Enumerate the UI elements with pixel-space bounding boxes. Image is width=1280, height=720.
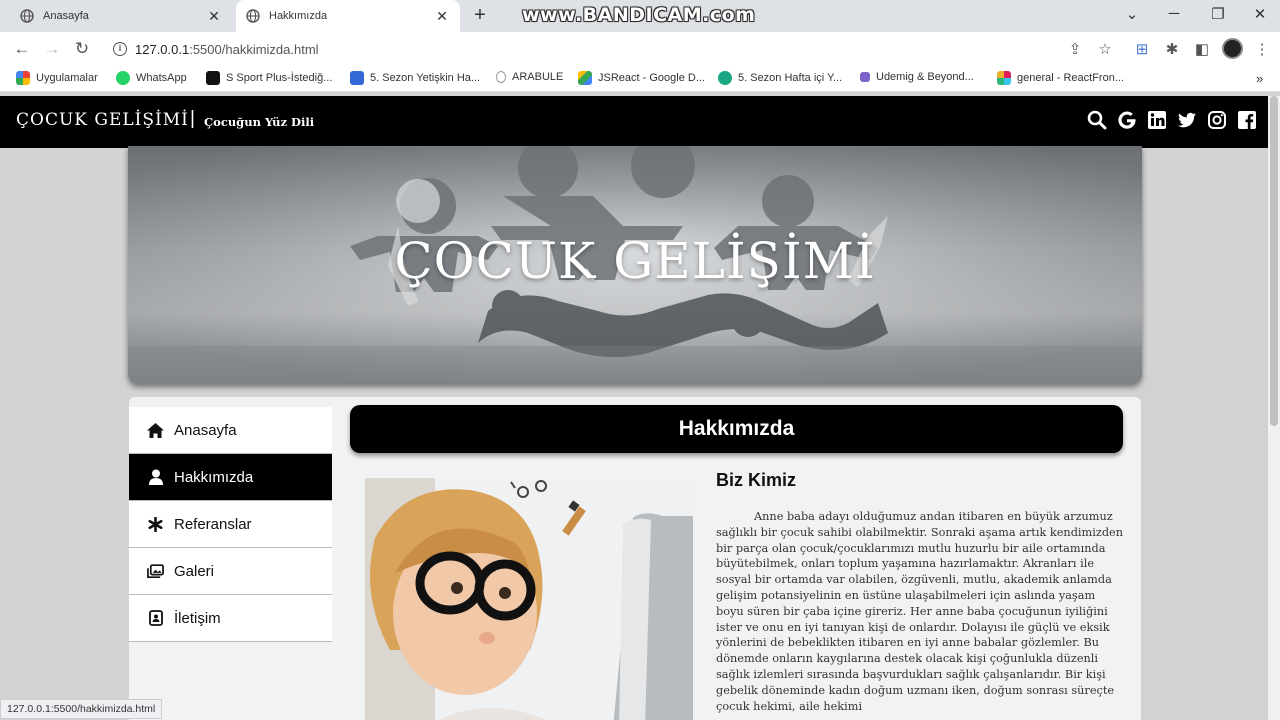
side-panel-icon[interactable]: ◧: [1193, 40, 1211, 58]
bookmark-star-icon[interactable]: ☆: [1096, 40, 1114, 58]
bookmark-arabule[interactable]: ARABULE: [496, 71, 563, 83]
sidebar-item-hakkimizda[interactable]: Hakkımızda: [129, 454, 332, 501]
sidebar-nav: Anasayfa Hakkımızda Referanslar Galeri İ…: [129, 407, 332, 642]
tab-close-icon[interactable]: ✕: [206, 8, 222, 25]
menu-dots-icon[interactable]: ⋮: [1253, 40, 1271, 58]
site-brand[interactable]: ÇOCUK GELİŞİMİ: [16, 110, 189, 130]
sidebar-item-referanslar[interactable]: Referanslar: [129, 501, 332, 548]
browser-tab-hakkimizda[interactable]: Hakkımızda ✕: [236, 0, 460, 32]
bookmark-udemig[interactable]: Udemig & Beyond...: [860, 71, 974, 83]
hero-title: ÇOCUK GELİŞİMİ: [394, 232, 876, 290]
brand-separator: |: [190, 108, 195, 129]
site-slogan: Çocuğun Yüz Dili: [204, 115, 315, 129]
extensions-puzzle-icon[interactable]: ✱: [1163, 40, 1181, 58]
bookmark-sezon-hafta[interactable]: 5. Sezon Hafta içi Y...: [718, 71, 842, 85]
tab-title: Hakkımızda: [269, 10, 328, 22]
forward-arrow-icon[interactable]: →: [42, 39, 62, 59]
classroom-icon: [350, 71, 364, 85]
contact-card-icon: [147, 610, 164, 627]
sidebar-item-label: Galeri: [174, 562, 215, 580]
ssport-icon: [206, 71, 220, 85]
new-tab-button[interactable]: +: [470, 4, 490, 26]
globe-icon: [246, 9, 260, 23]
sidebar-item-iletisim[interactable]: İletişim: [129, 595, 332, 642]
status-bar-url: 127.0.0.1:5500/hakkimizda.html: [0, 699, 163, 719]
site-header: ÇOCUK GELİŞİMİ | Çocuğun Yüz Dili: [0, 96, 1268, 148]
sidebar-item-label: Anasayfa: [174, 421, 237, 439]
url-text: 127.0.0.1:5500/hakkimizda.html: [135, 41, 319, 57]
bookmark-ssport[interactable]: S Sport Plus-İstediğ...: [206, 71, 332, 85]
profile-avatar[interactable]: [1222, 38, 1243, 59]
browser-tab-strip: Anasayfa ✕ Hakkımızda ✕ + www.BANDICAM.c…: [0, 0, 1280, 32]
twitter-icon[interactable]: [1177, 110, 1197, 130]
restore-button[interactable]: ❐: [1208, 5, 1228, 23]
bookmark-jsreact[interactable]: JSReact - Google D...: [578, 71, 705, 85]
arabule-icon: [496, 71, 506, 83]
address-bar[interactable]: i 127.0.0.1:5500/hakkimizda.html: [104, 36, 1124, 62]
sidebar-item-anasayfa[interactable]: Anasayfa: [129, 407, 332, 454]
slack-icon: [997, 71, 1011, 85]
sidebar-item-label: İletişim: [174, 609, 221, 627]
reload-icon[interactable]: ↻: [72, 39, 92, 59]
page-title: Hakkımızda: [350, 405, 1123, 453]
bookmarks-bar: Uygulamalar WhatsApp S Sport Plus-İstedi…: [0, 66, 1280, 92]
child-with-glasses-photo: [365, 478, 693, 720]
bookmark-uygulamalar[interactable]: Uygulamalar: [16, 71, 98, 85]
share-icon[interactable]: ⇪: [1066, 40, 1084, 58]
minimize-button[interactable]: ─: [1164, 5, 1184, 22]
bookmark-general[interactable]: general - ReactFron...: [997, 71, 1124, 85]
sidebar-item-label: Referanslar: [174, 515, 252, 533]
meet-icon: [718, 71, 732, 85]
translate-icon[interactable]: ⊞: [1133, 40, 1151, 58]
facebook-icon[interactable]: [1237, 110, 1257, 130]
sidebar-item-galeri[interactable]: Galeri: [129, 548, 332, 595]
close-window-button[interactable]: ✕: [1250, 5, 1270, 23]
scrollbar-thumb[interactable]: [1270, 96, 1278, 426]
home-icon: [147, 422, 164, 439]
asterisk-icon: [147, 516, 164, 533]
page-scrollbar[interactable]: [1268, 96, 1280, 720]
site-info-icon[interactable]: i: [113, 42, 127, 56]
instagram-icon[interactable]: [1207, 110, 1227, 130]
apps-grid-icon: [16, 71, 30, 85]
bookmarks-overflow-icon[interactable]: »: [1256, 71, 1263, 86]
google-icon[interactable]: [1117, 110, 1137, 130]
content-panel: Anasayfa Hakkımızda Referanslar Galeri İ…: [129, 397, 1141, 720]
udemig-icon: [860, 72, 870, 82]
sidebar-item-label: Hakkımızda: [174, 468, 254, 486]
google-drive-icon: [578, 71, 592, 85]
bookmark-whatsapp[interactable]: WhatsApp: [116, 71, 187, 85]
recording-watermark: www.BANDICAM.com: [522, 4, 756, 26]
search-icon[interactable]: [1087, 110, 1107, 130]
tab-close-icon[interactable]: ✕: [434, 8, 450, 25]
bookmark-sezon-yetiskin[interactable]: 5. Sezon Yetişkin Ha...: [350, 71, 480, 85]
tab-search-chevron-icon[interactable]: ⌄: [1122, 5, 1142, 23]
whatsapp-icon: [116, 71, 130, 85]
browser-tab-anasayfa[interactable]: Anasayfa ✕: [10, 0, 232, 32]
section-subheading: Biz Kimiz: [716, 470, 797, 490]
back-arrow-icon[interactable]: ←: [12, 39, 32, 59]
hero-banner: ÇOCUK GELİŞİMİ: [128, 146, 1142, 384]
user-icon: [147, 469, 164, 486]
globe-icon: [20, 9, 34, 23]
tab-title: Anasayfa: [43, 10, 89, 22]
address-toolbar: ← → ↻ i 127.0.0.1:5500/hakkimizda.html ⇪…: [0, 32, 1280, 66]
linkedin-icon[interactable]: [1147, 110, 1167, 130]
about-paragraph: Anne baba adayı olduğumuz andan itibaren…: [716, 510, 1124, 713]
images-icon: [147, 563, 164, 580]
